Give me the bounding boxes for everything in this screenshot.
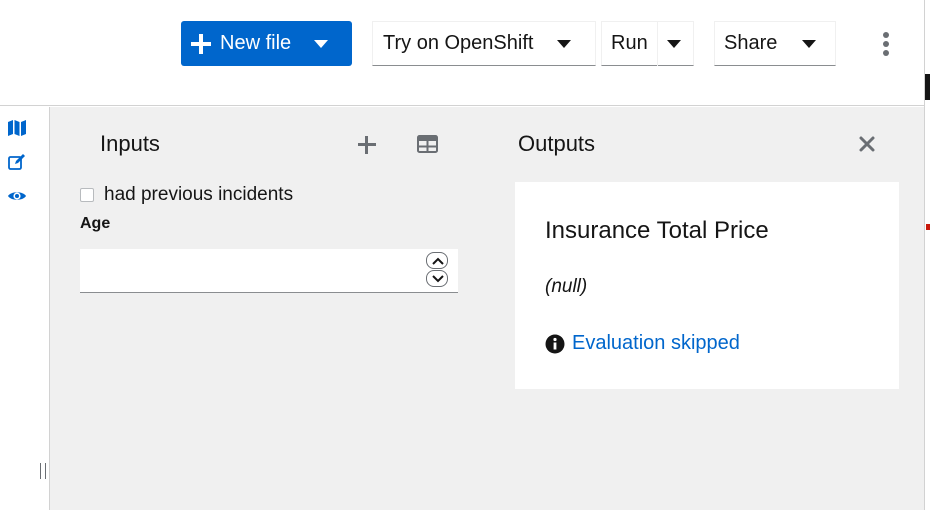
- kebab-menu-icon[interactable]: [880, 32, 892, 56]
- window-edge-marker: [925, 74, 930, 100]
- age-label: Age: [80, 215, 111, 232]
- outputs-title: Outputs: [518, 131, 596, 156]
- window-edge-marker-red: [926, 224, 930, 230]
- age-input[interactable]: [80, 249, 458, 293]
- previous-incidents-checkbox[interactable]: [80, 188, 94, 202]
- inputs-title: Inputs: [100, 131, 160, 156]
- close-icon[interactable]: [858, 135, 876, 153]
- run-label[interactable]: Run: [611, 32, 648, 55]
- output-name: Insurance Total Price: [545, 217, 769, 244]
- increment-button[interactable]: [426, 252, 448, 269]
- eye-icon[interactable]: [7, 186, 27, 206]
- map-icon[interactable]: [7, 118, 27, 138]
- main-panel: Inputs had previous incidents Age Output…: [50, 107, 924, 510]
- plus-icon: [191, 33, 211, 54]
- share-label: Share: [724, 32, 778, 54]
- add-icon[interactable]: [358, 136, 376, 154]
- top-toolbar: New file Try on OpenShift Run Share: [0, 0, 924, 106]
- output-value: (null): [545, 276, 588, 297]
- run-caret-down-icon[interactable]: [667, 40, 681, 48]
- run-split-button[interactable]: Run: [601, 21, 694, 66]
- decrement-button[interactable]: [426, 270, 448, 287]
- info-icon: [545, 334, 565, 354]
- caret-down-icon: [802, 39, 817, 48]
- try-on-openshift-dropdown[interactable]: Try on OpenShift: [372, 21, 596, 66]
- caret-down-icon: [314, 39, 329, 48]
- split-divider: [657, 22, 658, 66]
- previous-incidents-row: had previous incidents: [80, 184, 293, 206]
- new-file-label: New file: [220, 32, 292, 54]
- try-on-openshift-label: Try on OpenShift: [383, 32, 534, 54]
- left-icon-rail: [0, 107, 36, 510]
- output-card: Insurance Total Price (null) Evaluation …: [515, 182, 899, 389]
- edit-icon[interactable]: [7, 152, 27, 172]
- panel-separator: [36, 107, 50, 510]
- evaluation-skipped-link[interactable]: Evaluation skipped: [572, 332, 740, 355]
- share-dropdown[interactable]: Share: [714, 21, 836, 66]
- table-icon[interactable]: [417, 135, 438, 153]
- caret-down-icon: [557, 39, 572, 48]
- previous-incidents-label: had previous incidents: [104, 184, 294, 205]
- evaluation-status: Evaluation skipped: [545, 332, 740, 355]
- resize-handle[interactable]: [40, 463, 46, 479]
- new-file-button[interactable]: New file: [181, 21, 352, 66]
